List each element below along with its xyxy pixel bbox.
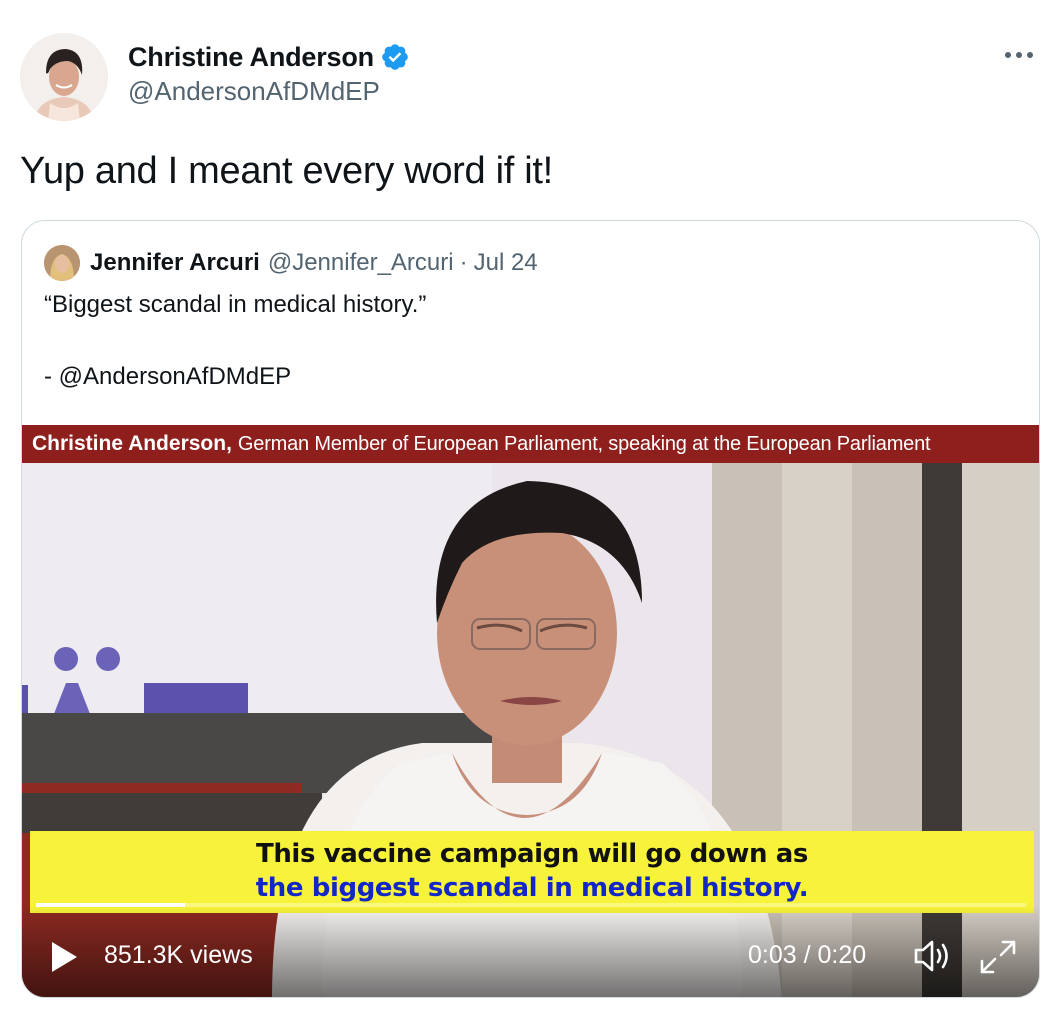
quoted-tweet-text-line2: - @AndersonAfDMdEP [44,363,292,390]
verified-badge-icon [380,42,410,72]
subtitle-line2: the biggest scandal in medical history. [255,873,809,903]
quoted-author-name: Jennifer Arcuri [90,249,260,276]
author-name-row: Christine Anderson [128,40,410,74]
video-name-banner: Christine Anderson, German Member of Eur… [22,425,1039,463]
banner-speaker-name: Christine Anderson, [32,432,232,455]
more-icon[interactable] [1002,40,1036,70]
tweet: Christine Anderson @AndersonAfDMdEP Yup … [0,0,1054,1016]
video-progress-bar[interactable] [36,903,1026,907]
play-icon[interactable] [48,939,80,975]
separator-dot: · [459,249,468,276]
banner-speaker-description: German Member of European Parliament, sp… [237,432,931,455]
author-avatar[interactable] [20,33,108,121]
video-player[interactable]: Christine Anderson, German Member of Eur… [22,425,1039,997]
quoted-author-handle: @Jennifer_Arcuri [267,249,454,276]
author-handle[interactable]: @AndersonAfDMdEP [128,76,410,107]
quoted-tweet-header: Jennifer Arcuri @Jennifer_Arcuri · Jul 2… [44,245,538,281]
subtitle-line1: This vaccine campaign will go down as [255,839,808,869]
author-info: Christine Anderson @AndersonAfDMdEP [128,40,410,107]
fullscreen-icon[interactable] [977,937,1019,977]
video-view-count: 851.3K views [104,941,253,969]
volume-icon[interactable] [912,937,954,975]
tweet-text: Yup and I meant every word if it! [20,150,553,192]
video-subtitle: This vaccine campaign will go down as th… [30,831,1034,913]
author-name[interactable]: Christine Anderson [128,42,374,73]
quoted-author-avatar [44,245,80,281]
quoted-tweet[interactable]: Jennifer Arcuri @Jennifer_Arcuri · Jul 2… [21,220,1040,998]
video-time: 0:03 / 0:20 [748,941,867,969]
quoted-tweet-text-line1: “Biggest scandal in medical history.” [44,291,427,318]
quoted-tweet-date: Jul 24 [473,249,538,276]
video-progress-fill [36,903,185,907]
